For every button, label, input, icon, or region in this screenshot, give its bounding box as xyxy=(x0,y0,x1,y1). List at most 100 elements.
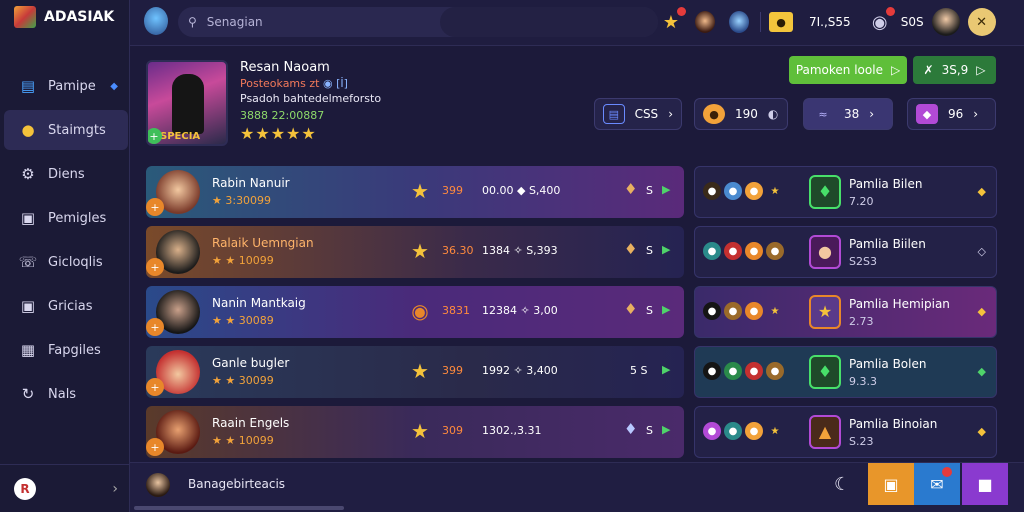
star-icon: ★ xyxy=(411,239,429,263)
plus-icon[interactable]: + xyxy=(148,128,162,144)
notification-badge xyxy=(885,7,895,16)
user-avatar[interactable] xyxy=(931,8,960,36)
swirl-icon: ◉ xyxy=(411,299,429,323)
add-icon[interactable]: + xyxy=(146,258,164,276)
profile-description: Psadoh bahtedelmeforsto xyxy=(240,92,382,105)
reward-card[interactable]: ● ● ● ★ ▲ Pamlia Binoian S.23 ◆ xyxy=(694,406,997,458)
diamond-icon[interactable]: ◆ xyxy=(978,365,986,378)
app-title: ADASIAK xyxy=(44,9,115,25)
gem-icon: ◆ xyxy=(916,104,938,124)
resource-card[interactable]: ▤ CSS › xyxy=(594,98,682,130)
sidebar-item-pamipe[interactable]: ▤ Pamipe ◆ xyxy=(0,66,130,106)
search-bar[interactable]: ⚲ Senagian xyxy=(178,7,658,37)
profile-image[interactable]: SPECIA + xyxy=(146,60,228,146)
star-icon[interactable]: ★ xyxy=(658,7,686,35)
currency-amount: 7I.,S55 xyxy=(809,15,851,29)
character-icon[interactable] xyxy=(726,9,752,35)
sidebar-item-pemigles[interactable]: ▣ Pemigles xyxy=(0,198,130,238)
character-icon[interactable] xyxy=(692,9,718,35)
arrow-icon[interactable]: ▶ xyxy=(662,423,670,436)
avatar[interactable] xyxy=(146,473,170,497)
add-icon[interactable]: + xyxy=(146,318,164,336)
search-icon: ⚲ xyxy=(188,15,197,29)
player-row[interactable]: + Ralaik Uemngian ★ ★ 10099 ★ 36.30 1384… xyxy=(146,226,684,278)
reward-card[interactable]: ● ● ● ● ● Pamlia Biilen S2S3 ◇ xyxy=(694,226,997,278)
player-row[interactable]: + Ganle bugler ★ ★ 30099 ★ 399 1992 ✧ 3,… xyxy=(146,346,684,398)
search-extension[interactable] xyxy=(440,7,658,37)
sidebar-item-gicloqlis[interactable]: ☏ Gicloqlis xyxy=(0,242,130,282)
main-content: SPECIA + Resan Naoam Posteokams zt ◉ [İ]… xyxy=(130,46,1024,462)
sidebar-item-diens[interactable]: ⚙ Diens xyxy=(0,154,130,194)
lock-icon: ▣ xyxy=(20,297,36,315)
add-icon[interactable]: + xyxy=(146,438,164,456)
resource-wing[interactable]: ≈ 38 › xyxy=(803,98,893,130)
character-figure xyxy=(172,74,204,134)
chevron-right-icon: › xyxy=(973,107,979,121)
player-score: ★ ★ 30099 xyxy=(212,374,274,387)
player-row[interactable]: + Nanin Mantkaig ★ ★ 30089 ◉ 3831 12384 … xyxy=(146,286,684,338)
profile-badge-icon[interactable]: R xyxy=(14,477,36,500)
avatar[interactable] xyxy=(144,7,168,35)
diamond-icon[interactable]: ◆ xyxy=(978,185,986,198)
menu-button[interactable]: ■ xyxy=(962,463,1008,505)
player-list: + Rabin Nanuir ★ 3:30099 ★ 399 00.00 ◆ S… xyxy=(146,166,684,466)
gem-icon: ♦ xyxy=(624,240,638,258)
chat-input[interactable]: Banagebirteacis xyxy=(188,477,285,491)
close-icon[interactable]: ✕ xyxy=(967,8,996,36)
arrow-icon[interactable]: ▶ xyxy=(662,363,670,376)
player-stat: 12384 ✧ 3,00 xyxy=(482,304,558,317)
chat-button[interactable]: ✉ xyxy=(914,463,960,505)
search-input[interactable]: Senagian xyxy=(207,15,263,29)
player-row[interactable]: + Raain Engels ★ ★ 10099 ★ 309 1302.,3.3… xyxy=(146,406,684,458)
secondary-action-button[interactable]: ✗ 3S,9 ▷ xyxy=(913,56,996,84)
add-icon[interactable]: + xyxy=(146,378,164,396)
reward-card[interactable]: ● ● ● ● ♦ Pamlia Bolen 9.3.3 ◆ xyxy=(694,346,997,398)
notification-badge xyxy=(677,7,686,16)
coin-icon: ● xyxy=(703,104,725,124)
token-icon: ● xyxy=(703,302,721,320)
reward-value: 7.20 xyxy=(849,195,874,208)
reward-name: Pamlia Binoian xyxy=(849,417,938,431)
resource-gem[interactable]: ◆ 96 › xyxy=(907,98,996,130)
arrow-icon[interactable]: ▶ xyxy=(662,183,670,196)
timer-icon: ◐ xyxy=(767,107,779,121)
sidebar-item-nals[interactable]: ↻ Nals xyxy=(0,374,130,414)
grid-icon: ▦ xyxy=(20,341,36,359)
sidebar-item-gricias[interactable]: ▣ Gricias xyxy=(0,286,130,326)
reward-card[interactable]: ● ● ● ★ ♦ Pamlia Bilen 7.20 ◆ xyxy=(694,166,997,218)
diamond-icon[interactable]: ◆ xyxy=(978,425,986,438)
chevron-right-icon[interactable]: › xyxy=(112,481,118,497)
sidebar-item-fapgiles[interactable]: ▦ Fapgiles xyxy=(0,330,130,370)
add-icon[interactable]: + xyxy=(146,198,164,216)
resource-coin[interactable]: ● 190 ◐ xyxy=(694,98,788,130)
shop-button[interactable]: ▣ xyxy=(868,463,914,505)
token-icon: ● xyxy=(766,362,784,380)
secondary-action-label: 3S,9 xyxy=(941,63,969,77)
token-icon: ● xyxy=(745,242,763,260)
horizontal-scrollbar[interactable] xyxy=(134,506,344,510)
sidebar-item-staimgts[interactable]: ● Staimgts xyxy=(4,110,128,150)
primary-action-label: Pamoken loole xyxy=(795,63,883,77)
reward-thumbnail: ♦ xyxy=(809,175,841,209)
moon-icon[interactable]: ☾ xyxy=(834,474,850,495)
player-value: 3831 xyxy=(442,304,470,317)
diamond-icon[interactable]: ◆ xyxy=(978,305,986,318)
wallet-icon[interactable]: ● xyxy=(769,12,793,32)
arrow-icon[interactable]: ▶ xyxy=(662,243,670,256)
player-name: Nanin Mantkaig xyxy=(212,296,306,310)
star-icon: ★ xyxy=(770,305,780,317)
player-value: 309 xyxy=(442,424,463,437)
diamond-icon[interactable]: ◇ xyxy=(978,245,986,258)
topbar-actions: ★ ● 7I.,S55 ◉ S0S ✕ xyxy=(658,6,996,38)
player-row[interactable]: + Rabin Nanuir ★ 3:30099 ★ 399 00.00 ◆ S… xyxy=(146,166,684,218)
arrow-icon[interactable]: ▶ xyxy=(662,303,670,316)
bottom-bar: Banagebirteacis ☾ ▣ ✉ ■ xyxy=(130,462,1024,512)
sidebar-item-label: Nals xyxy=(48,386,77,402)
token-icon: ● xyxy=(703,362,721,380)
player-score: ★ ★ 30089 xyxy=(212,314,274,327)
star-icon: ★ xyxy=(770,425,780,437)
reward-card[interactable]: ● ● ● ★ ★ Pamlia Hemipian 2.73 ◆ xyxy=(694,286,997,338)
primary-action-button[interactable]: Pamoken loole ▷ xyxy=(789,56,907,84)
shop-icon[interactable]: ◉ xyxy=(867,7,895,35)
app-logo[interactable]: ADASIAK xyxy=(14,6,114,28)
